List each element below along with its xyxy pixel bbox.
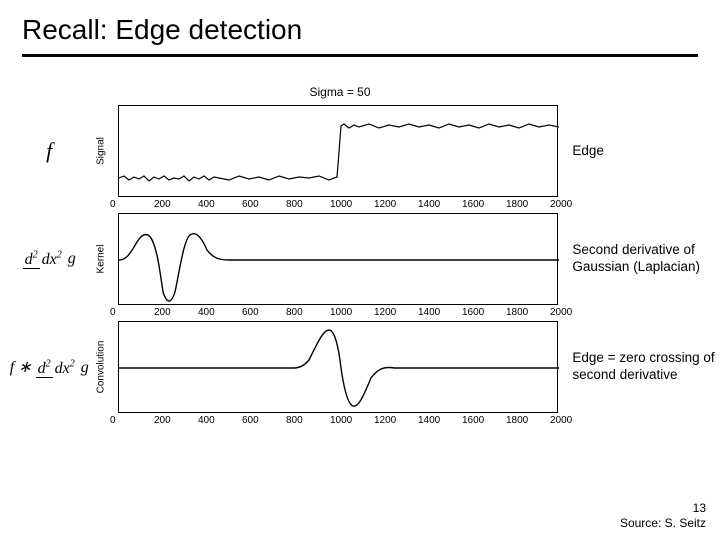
ylabel-kernel: Kernel <box>96 245 107 274</box>
symbol-d2g: d2dx2 g <box>0 250 98 268</box>
ylabel-signal: Signal <box>96 137 107 165</box>
sigma-label: Sigma = 50 <box>120 85 560 99</box>
ylabel-conv: Convolution <box>96 341 107 394</box>
page-title: Recall: Edge detection <box>0 0 720 52</box>
page-number: 13 <box>620 501 706 517</box>
title-rule <box>22 54 698 57</box>
source-credit: Source: S. Seitz <box>620 516 706 532</box>
caption-signal: Edge <box>572 143 720 160</box>
plot-signal: Signal <box>118 105 558 197</box>
row-conv: f ∗ d2dx2 g Convolution Edge = zero cros… <box>0 321 720 413</box>
plot-kernel: Kernel <box>118 213 558 305</box>
symbol-fconv: f ∗ d2dx2 g <box>0 357 98 377</box>
caption-kernel: Second derivative of Gaussian (Laplacian… <box>572 242 720 276</box>
caption-conv: Edge = zero crossing of second derivativ… <box>572 350 720 384</box>
row-kernel: d2dx2 g Kernel Second derivative of Gaus… <box>0 213 720 305</box>
row-signal: f Signal Edge <box>0 105 720 197</box>
plot-conv: Convolution <box>118 321 558 413</box>
footer: 13 Source: S. Seitz <box>620 501 706 532</box>
chart-panels: Sigma = 50 f Signal Edge 020040060080010… <box>0 85 720 415</box>
symbol-f: f <box>0 138 98 164</box>
